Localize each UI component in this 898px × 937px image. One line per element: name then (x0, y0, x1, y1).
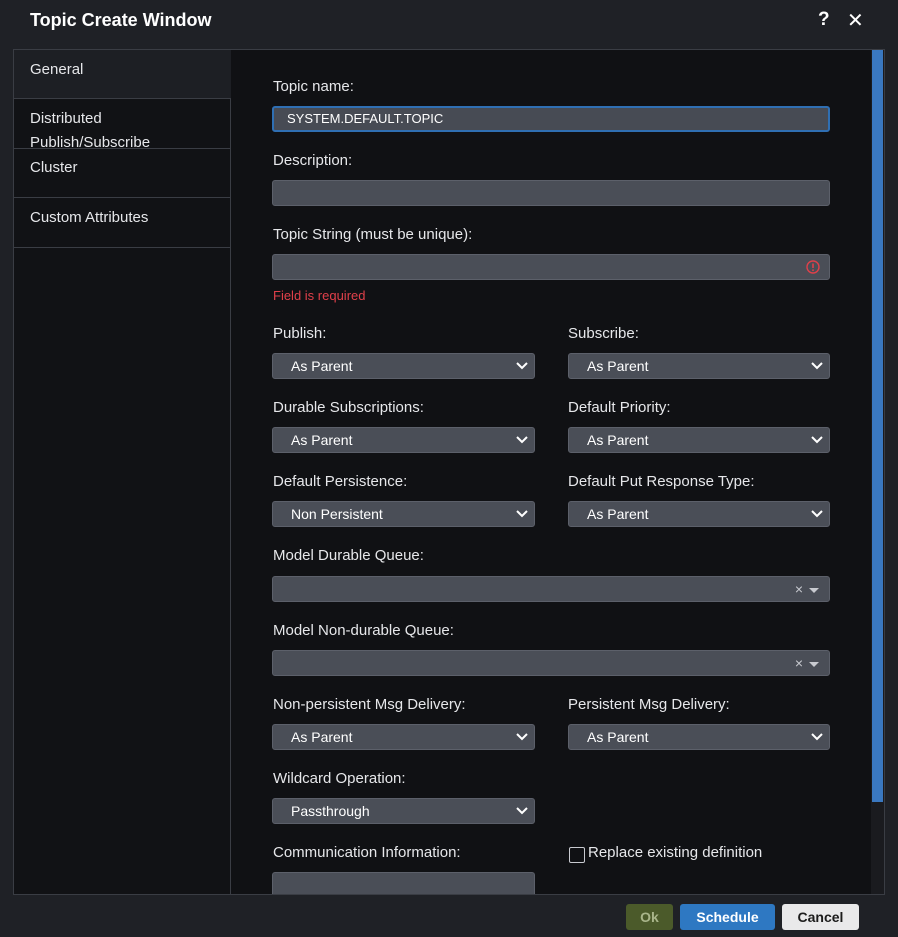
sidebar-item-cluster[interactable]: Cluster (14, 149, 231, 198)
topic-name-label: Topic name: (273, 78, 354, 95)
clear-icon[interactable]: × (795, 581, 803, 597)
model-nondurable-queue-label: Model Non-durable Queue: (273, 622, 454, 639)
wildcard-operation-value: Passthrough (291, 803, 370, 819)
dialog-body: General Distributed Publish/Subscribe Cl… (13, 49, 885, 895)
replace-existing-checkbox[interactable] (569, 847, 585, 863)
sidebar-item-label: Cluster (30, 159, 78, 176)
cancel-button[interactable]: Cancel (782, 904, 859, 930)
chevron-down-icon (516, 362, 528, 370)
description-label: Description: (273, 152, 353, 169)
chevron-down-icon (516, 733, 528, 741)
window-title: Topic Create Window (30, 10, 212, 30)
topic-string-label: Topic String (must be unique): (273, 226, 473, 243)
persistent-msg-delivery-label: Persistent Msg Delivery: (568, 696, 730, 713)
durable-subscriptions-label: Durable Subscriptions: (273, 399, 424, 416)
scrollbar-thumb[interactable] (872, 50, 883, 802)
combo-controls: × (795, 651, 819, 675)
chevron-down-icon (516, 807, 528, 815)
chevron-down-icon (811, 733, 823, 741)
sidebar-item-label: Distributed Publish/Subscribe (30, 110, 151, 149)
durable-subscriptions-select[interactable]: As Parent (272, 427, 535, 453)
communication-information-label: Communication Information: (273, 844, 461, 861)
sidebar-item-distributed-pubsub[interactable]: Distributed Publish/Subscribe (14, 99, 231, 149)
default-persistence-label: Default Persistence: (273, 473, 408, 490)
default-persistence-select[interactable]: Non Persistent (272, 501, 535, 527)
chevron-down-icon (811, 362, 823, 370)
close-button[interactable]: ✕ (847, 8, 864, 33)
wildcard-operation-label: Wildcard Operation: (273, 770, 406, 787)
caret-down-icon[interactable] (809, 587, 819, 593)
persistent-msg-delivery-select[interactable]: As Parent (568, 724, 830, 750)
schedule-button[interactable]: Schedule (680, 904, 775, 930)
persistent-msg-delivery-value: As Parent (587, 729, 649, 745)
default-put-response-value: As Parent (587, 506, 649, 522)
chevron-down-icon (516, 436, 528, 444)
topic-string-input[interactable] (272, 254, 830, 280)
default-priority-select[interactable]: As Parent (568, 427, 830, 453)
default-priority-label: Default Priority: (568, 399, 671, 416)
default-put-response-select[interactable]: As Parent (568, 501, 830, 527)
subscribe-value: As Parent (587, 358, 649, 374)
sidebar-item-label: Custom Attributes (30, 209, 149, 226)
default-persistence-value: Non Persistent (291, 506, 383, 522)
model-durable-queue-label: Model Durable Queue: (273, 547, 424, 564)
subscribe-select[interactable]: As Parent (568, 353, 830, 379)
sidebar-item-label: General (30, 61, 84, 78)
chevron-down-icon (516, 510, 528, 518)
publish-value: As Parent (291, 358, 353, 374)
default-put-response-label: Default Put Response Type: (568, 473, 755, 490)
default-priority-value: As Parent (587, 432, 649, 448)
topic-string-error: Field is required (273, 288, 366, 303)
nonpersistent-msg-delivery-select[interactable]: As Parent (272, 724, 535, 750)
chevron-down-icon (811, 510, 823, 518)
topic-name-value: SYSTEM.DEFAULT.TOPIC (287, 111, 444, 126)
nonpersistent-msg-delivery-label: Non-persistent Msg Delivery: (273, 696, 466, 713)
clear-icon[interactable]: × (795, 655, 803, 671)
durable-subscriptions-value: As Parent (291, 432, 353, 448)
error-icon (806, 260, 820, 274)
caret-down-icon[interactable] (809, 661, 819, 667)
description-input[interactable] (272, 180, 830, 206)
sidebar: General Distributed Publish/Subscribe Cl… (14, 50, 231, 894)
subscribe-label: Subscribe: (568, 325, 639, 342)
model-nondurable-queue-combo[interactable]: × (272, 650, 830, 676)
topic-name-input[interactable]: SYSTEM.DEFAULT.TOPIC (272, 106, 830, 132)
combo-controls: × (795, 577, 819, 601)
replace-existing-label: Replace existing definition (588, 844, 763, 861)
chevron-down-icon (811, 436, 823, 444)
publish-select[interactable]: As Parent (272, 353, 535, 379)
title-bar: Topic Create Window ? ✕ (0, 0, 898, 44)
wildcard-operation-select[interactable]: Passthrough (272, 798, 535, 824)
communication-information-input[interactable] (272, 872, 535, 894)
help-button[interactable]: ? (818, 9, 830, 31)
sidebar-item-general[interactable]: General (14, 50, 231, 99)
nonpersistent-msg-delivery-value: As Parent (291, 729, 353, 745)
model-durable-queue-combo[interactable]: × (272, 576, 830, 602)
ok-button[interactable]: Ok (626, 904, 673, 930)
publish-label: Publish: (273, 325, 327, 342)
sidebar-item-custom-attributes[interactable]: Custom Attributes (14, 198, 231, 248)
